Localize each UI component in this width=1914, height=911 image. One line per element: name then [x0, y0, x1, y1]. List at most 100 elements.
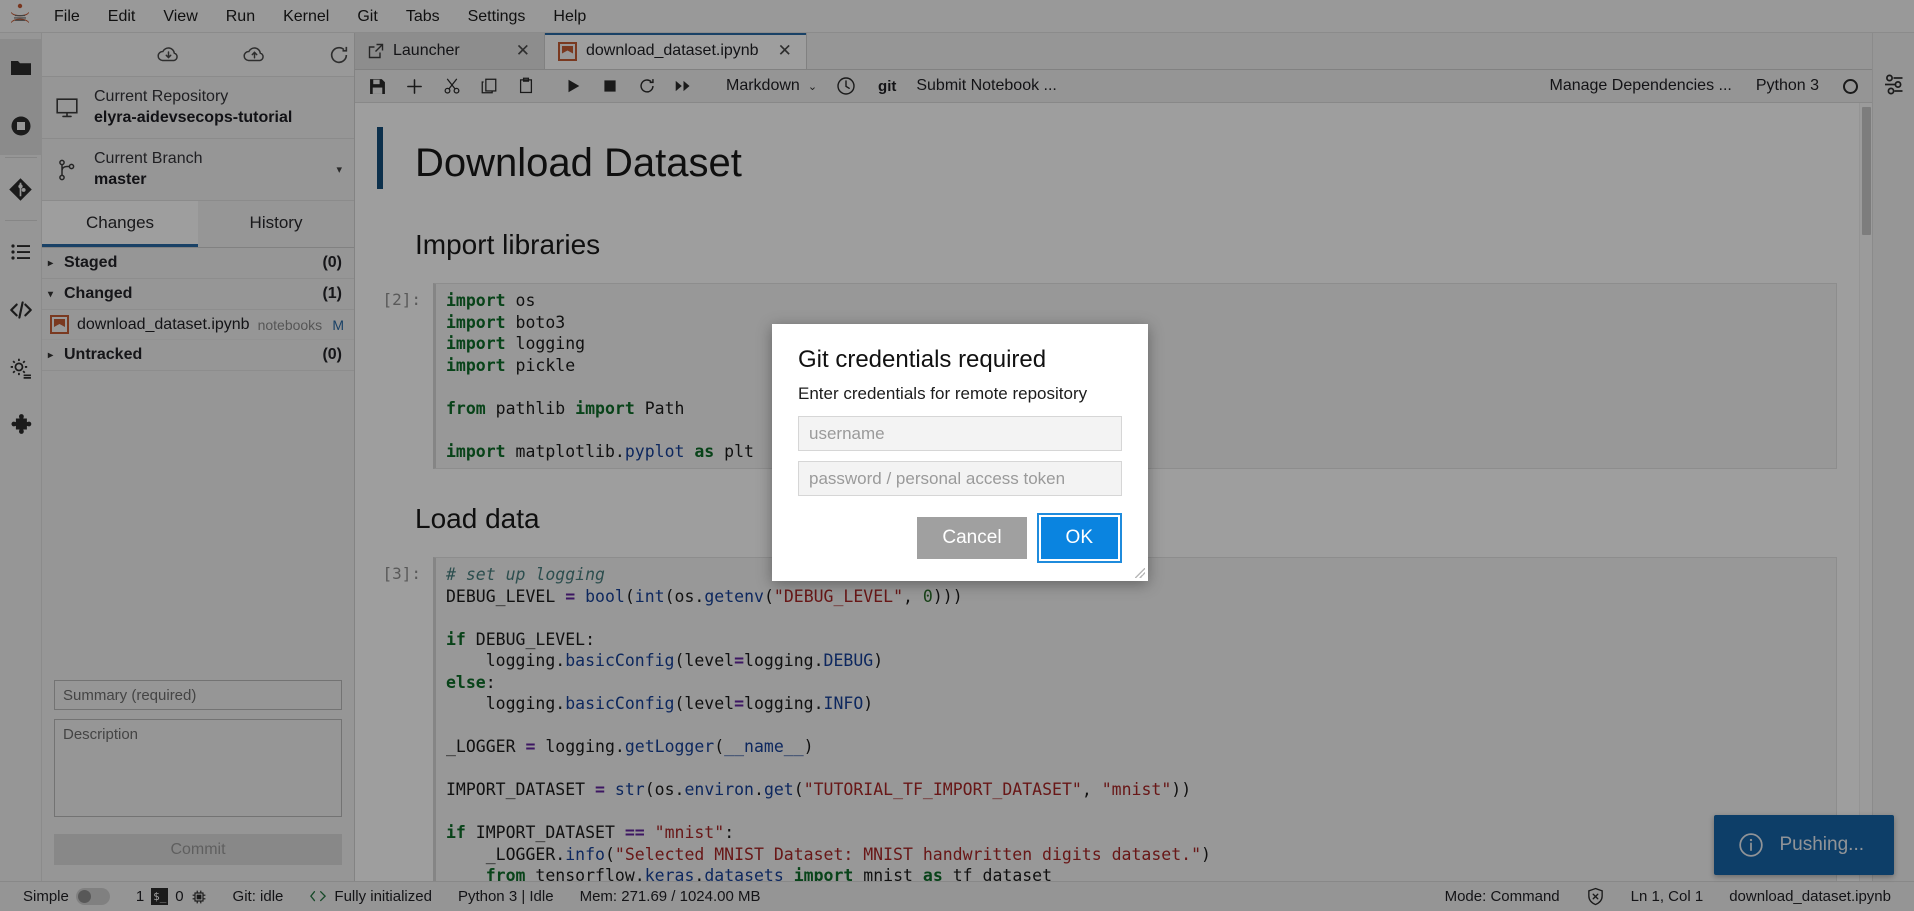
activity-divider-2 — [4, 220, 37, 221]
code-cell-logging[interactable]: [3]: # set up logging DEBUG_LEVEL = bool… — [355, 551, 1859, 881]
file-status-badge: M — [332, 316, 344, 333]
toast-message: Pushing... — [1779, 834, 1865, 855]
notebook-toolbar-right: Manage Dependencies ... Python 3 — [1538, 77, 1873, 95]
kernel-sessions-status[interactable]: 1 $_ 0 — [123, 888, 220, 905]
elyra-status-label: Fully initialized — [334, 888, 432, 905]
ok-button-focus-ring: OK — [1036, 513, 1122, 563]
restart-kernel-button[interactable] — [628, 70, 665, 102]
dialog-subtitle: Enter credentials for remote repository — [798, 384, 1088, 403]
kernel-status-icon[interactable] — [1843, 78, 1858, 94]
close-icon[interactable]: ✕ — [506, 41, 530, 61]
notification-toast[interactable]: Pushing... — [1713, 815, 1894, 875]
scrollbar-thumb[interactable] — [1862, 107, 1871, 235]
dialog-resize-handle[interactable] — [1135, 568, 1145, 578]
menu-view[interactable]: View — [149, 0, 211, 33]
commit-summary-input[interactable] — [54, 680, 342, 710]
notebook-mode[interactable]: Mode: Command — [1432, 888, 1573, 905]
tab-download-dataset[interactable]: download_dataset.ipynb ✕ — [545, 33, 807, 69]
extension-manager-icon[interactable] — [0, 397, 42, 455]
cursor-position[interactable]: Ln 1, Col 1 — [1618, 888, 1717, 905]
tab-changes[interactable]: Changes — [42, 201, 198, 247]
table-of-contents-icon[interactable] — [0, 223, 42, 281]
cell-type-select[interactable]: Markdown ⌄ — [712, 77, 827, 95]
dialog-buttons: Cancel OK — [798, 506, 1122, 563]
active-file-name: download_dataset.ipynb — [1729, 888, 1891, 905]
chevron-down-icon[interactable]: ▾ — [332, 163, 342, 176]
markdown-content: Import libraries — [355, 207, 600, 271]
git-status[interactable]: Git: idle — [220, 888, 297, 905]
git-push-button[interactable] — [242, 45, 268, 65]
menu-file[interactable]: File — [40, 0, 94, 33]
menu-edit[interactable]: Edit — [94, 0, 150, 33]
current-repository-row[interactable]: Current Repository elyra-aidevsecops-tut… — [42, 77, 354, 139]
menu-run[interactable]: Run — [212, 0, 269, 33]
running-terminals-icon[interactable] — [0, 97, 42, 155]
section-untracked-label: Untracked — [64, 346, 143, 363]
terminal-count: 0 — [175, 888, 184, 905]
menu-help[interactable]: Help — [539, 0, 600, 33]
menu-tabs[interactable]: Tabs — [392, 0, 454, 33]
section-untracked[interactable]: ▸ Untracked (0) — [42, 340, 354, 371]
tab-launcher-label: Launcher — [393, 42, 460, 59]
git-icon[interactable] — [0, 160, 42, 218]
menu-git[interactable]: Git — [343, 0, 391, 33]
notebook-icon — [50, 315, 69, 334]
markdown-cell-import-libraries[interactable]: Import libraries — [355, 201, 1859, 277]
git-refresh-button[interactable] — [328, 44, 350, 66]
section-changed[interactable]: ▾ Changed (1) — [42, 279, 354, 310]
menu-kernel[interactable]: Kernel — [269, 0, 343, 33]
ok-button[interactable]: OK — [1040, 517, 1118, 559]
git-toolbar-label[interactable]: git — [864, 78, 904, 95]
launcher-icon — [368, 43, 384, 59]
repository-label: Current Repository — [94, 88, 229, 105]
simple-interface-toggle[interactable]: Simple — [10, 888, 123, 905]
elyra-status[interactable]: Fully initialized — [296, 888, 445, 905]
info-icon — [1738, 832, 1764, 858]
kernel-status[interactable]: Python 3 | Idle — [445, 888, 567, 905]
cut-cell-button[interactable] — [433, 70, 470, 102]
paste-cell-button[interactable] — [507, 70, 544, 102]
toggle-switch[interactable] — [75, 888, 110, 905]
cancel-button[interactable]: Cancel — [917, 517, 1027, 559]
submit-notebook-button[interactable]: Submit Notebook ... — [904, 77, 1069, 95]
activity-bar — [0, 33, 42, 881]
settings-gear-icon[interactable] — [0, 339, 42, 397]
current-branch-row[interactable]: Current Branch master ▾ — [42, 139, 354, 201]
insert-cell-button[interactable] — [396, 70, 433, 102]
dock-tab-bar: Launcher ✕ download_dataset.ipynb ✕ — [355, 33, 1872, 70]
kernel-chip-icon — [191, 889, 207, 905]
manage-dependencies-button[interactable]: Manage Dependencies ... — [1538, 77, 1744, 95]
code-editor[interactable]: # set up logging DEBUG_LEVEL = bool(int(… — [433, 557, 1837, 881]
close-icon[interactable]: ✕ — [768, 41, 792, 61]
notebook-scrollbar[interactable] — [1859, 103, 1872, 881]
section-heading: Import libraries — [415, 229, 601, 260]
section-staged[interactable]: ▸ Staged (0) — [42, 248, 354, 279]
tab-download-dataset-label: download_dataset.ipynb — [586, 42, 759, 59]
commit-description-input[interactable] — [54, 719, 342, 817]
menu-settings[interactable]: Settings — [454, 0, 540, 33]
git-pull-button[interactable] — [156, 45, 182, 65]
restart-run-all-button[interactable] — [665, 70, 702, 102]
chevron-right-icon: ▸ — [48, 349, 54, 361]
commit-button[interactable]: Commit — [54, 834, 342, 865]
security-shield-icon[interactable] — [1573, 887, 1618, 906]
save-button[interactable] — [359, 70, 396, 102]
kernel-name-label[interactable]: Python 3 — [1744, 77, 1831, 95]
repository-texts: Current Repository elyra-aidevsecops-tut… — [94, 86, 342, 129]
username-input[interactable] — [798, 416, 1122, 451]
markdown-cell-title[interactable]: Download Dataset — [355, 119, 1859, 201]
elyra-icon — [309, 889, 327, 905]
interrupt-kernel-button[interactable] — [591, 70, 628, 102]
list-item[interactable]: download_dataset.ipynb notebooks M — [42, 310, 354, 340]
tab-history[interactable]: History — [198, 201, 354, 247]
password-input[interactable] — [798, 461, 1122, 496]
run-cell-button[interactable] — [554, 70, 591, 102]
file-browser-icon[interactable] — [0, 39, 42, 97]
tab-launcher[interactable]: Launcher ✕ — [355, 33, 545, 69]
clock-icon[interactable] — [827, 70, 864, 102]
git-panel-toolbar — [42, 33, 354, 77]
extension-code-icon[interactable] — [0, 281, 42, 339]
copy-cell-button[interactable] — [470, 70, 507, 102]
property-inspector-icon[interactable] — [1873, 55, 1914, 113]
